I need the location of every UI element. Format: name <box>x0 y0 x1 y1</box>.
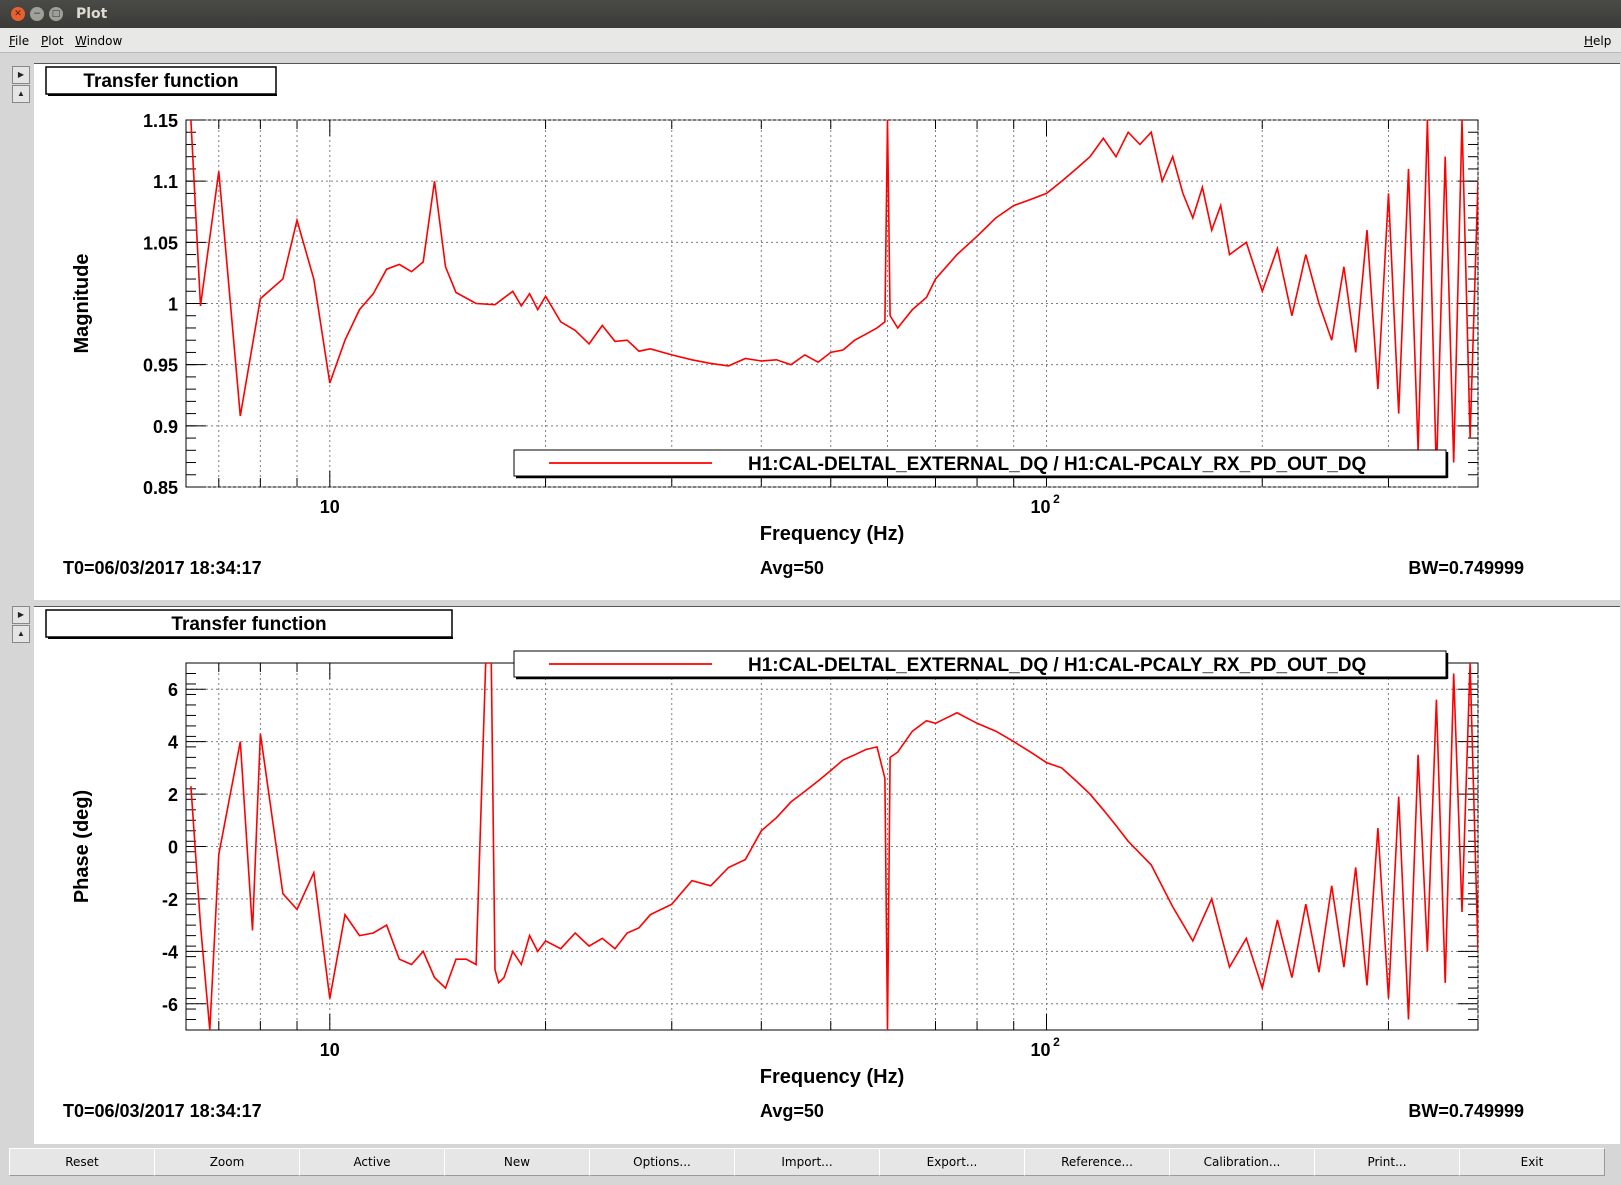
chart1-y-tick-label: 0 <box>168 838 178 858</box>
chart0-footer-avg: Avg=50 <box>760 558 824 578</box>
chart1-y-tick-label: 2 <box>168 785 178 805</box>
menu-bar: File Plot Window Help <box>0 28 1621 53</box>
reference-button[interactable]: Reference... <box>1024 1148 1170 1176</box>
magnitude-pane: Transfer function 0.85 0.9 0.95 1 1.05 1.1 1.15… <box>34 63 1620 600</box>
chart1-x-tick-label: 10 <box>320 1040 340 1060</box>
pane1-expand-icon[interactable]: ▶ <box>12 66 30 84</box>
chart1-legend-label: H1:CAL-DELTAL_EXTERNAL_DQ / H1:CAL-PCALY… <box>748 655 1366 676</box>
chart1-y-tick-label: 4 <box>168 733 178 753</box>
chart1-x-axis-label: Frequency (Hz) <box>760 1066 904 1088</box>
active-button[interactable]: Active <box>299 1148 445 1176</box>
chart0-legend-label: H1:CAL-DELTAL_EXTERNAL_DQ / H1:CAL-PCALY… <box>748 454 1366 475</box>
chart0-y-tick-label: 1 <box>168 295 178 315</box>
pane2-expand-icon[interactable]: ▶ <box>12 606 30 624</box>
chart0-y-axis-label: Magnitude <box>71 254 93 354</box>
chart0-series-line <box>190 120 1478 475</box>
chart1-footer-bw: BW=0.749999 <box>1408 1101 1524 1121</box>
import-button[interactable]: Import... <box>734 1148 880 1176</box>
chart1-y-axis-label: Phase (deg) <box>71 790 93 903</box>
button-bar: Reset Zoom Active New Options... Import... Exp… <box>0 1145 1621 1185</box>
print-button[interactable]: Print... <box>1314 1148 1460 1176</box>
menu-window[interactable]: Window <box>75 34 122 48</box>
exit-button[interactable]: Exit <box>1459 1148 1605 1176</box>
calibration-button[interactable]: Calibration... <box>1169 1148 1315 1176</box>
minimize-icon[interactable]: − <box>30 7 44 21</box>
chart1-x-tick-label-exponent: 2 <box>1053 1035 1060 1049</box>
window-title: Plot <box>76 6 108 22</box>
chart0-y-tick-label: 1.1 <box>153 172 178 192</box>
chart1-x-tick-label: 10 <box>1030 1040 1050 1060</box>
pane1-collapse-icon[interactable]: ▲ <box>12 85 30 103</box>
chart0-footer-t0: T0=06/03/2017 18:34:17 <box>63 558 262 578</box>
chart0-y-tick-label: 1.15 <box>143 111 178 131</box>
export-button[interactable]: Export... <box>879 1148 1025 1176</box>
chart1-y-tick-label: 6 <box>168 680 178 700</box>
pane2-collapse-icon[interactable]: ▲ <box>12 625 30 643</box>
chart1-footer-avg: Avg=50 <box>760 1101 824 1121</box>
phase-chart[interactable]: Transfer function-6-4-2024610 10 2Frequenc… <box>34 607 1620 1144</box>
chart1-y-tick-label: -4 <box>162 942 178 962</box>
chart0-x-tick-label: 10 <box>1030 497 1050 517</box>
chart1-footer-t0: T0=06/03/2017 18:34:17 <box>63 1101 262 1121</box>
chart0-footer-bw: BW=0.749999 <box>1408 558 1524 578</box>
chart1-y-tick-label: -6 <box>162 995 178 1015</box>
chart1-y-tick-label: -2 <box>162 890 178 910</box>
options-button[interactable]: Options... <box>589 1148 735 1176</box>
chart0-grid <box>186 119 1479 488</box>
maximize-icon[interactable]: □ <box>49 7 63 21</box>
chart1-series-line <box>190 663 1478 1030</box>
chart0-y-tick-label: 0.95 <box>143 356 178 376</box>
chart0-x-tick-label: 10 <box>320 497 340 517</box>
chart0-title: Transfer function <box>83 71 238 92</box>
menu-file[interactable]: File <box>9 34 29 48</box>
chart0-y-tick-label: 0.9 <box>153 417 178 437</box>
window-titlebar: ✕ − □ Plot <box>0 0 1621 28</box>
magnitude-chart[interactable]: Transfer function 0.85 0.9 0.95 1 1.05 1.1 1.15… <box>34 64 1620 600</box>
reset-button[interactable]: Reset <box>9 1148 155 1176</box>
zoom-button[interactable]: Zoom <box>154 1148 300 1176</box>
phase-pane: Transfer function -6 -4 -2 0 2 4 6 10 10 2 Frequenc… <box>34 606 1620 1144</box>
menu-help[interactable]: Help <box>1584 34 1611 48</box>
chart1-grid <box>186 662 1479 1031</box>
new-button[interactable]: New <box>444 1148 590 1176</box>
chart0-x-axis-label: Frequency (Hz) <box>760 523 904 545</box>
close-icon[interactable]: ✕ <box>11 7 25 21</box>
chart1-title: Transfer function <box>171 614 326 635</box>
chart0-x-tick-label-exponent: 2 <box>1053 492 1060 506</box>
menu-plot[interactable]: Plot <box>41 34 64 48</box>
chart0-y-tick-label: 1.05 <box>143 233 178 253</box>
chart0-y-tick-label: 0.85 <box>143 478 178 498</box>
